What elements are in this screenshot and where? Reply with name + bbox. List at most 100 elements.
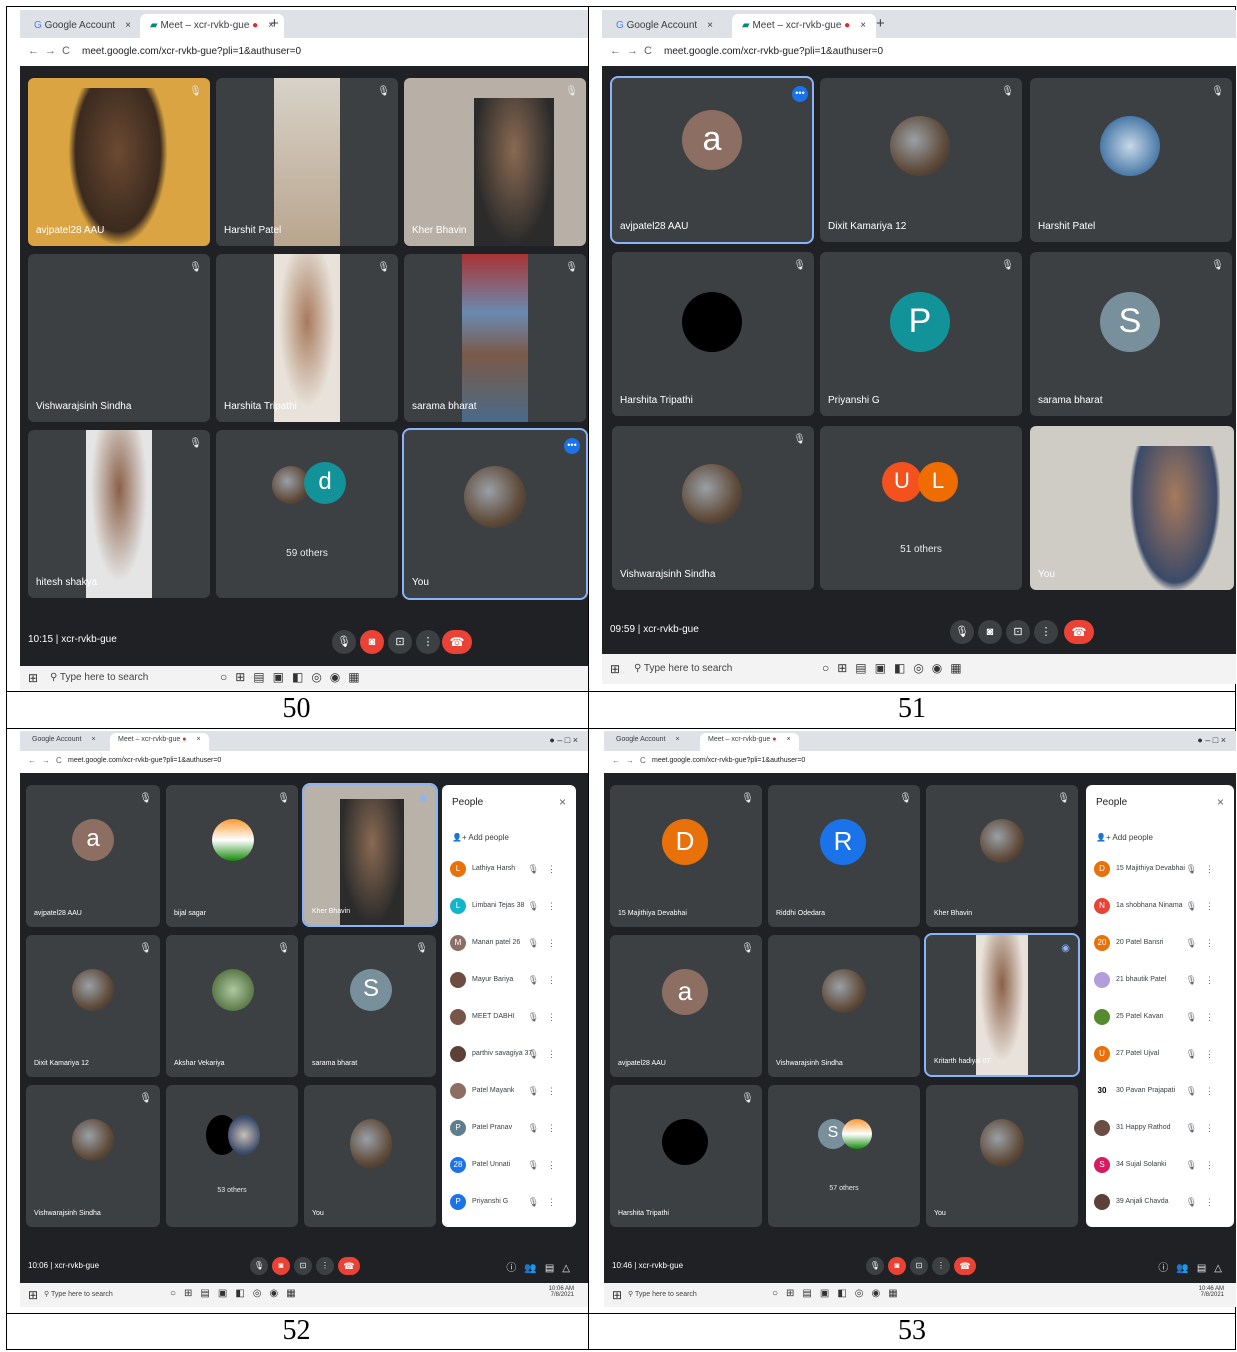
self-tile[interactable]: ••• You — [402, 428, 588, 600]
mic-button[interactable]: 🎙 — [332, 630, 356, 654]
leave-call-button[interactable]: ☎ — [1064, 620, 1094, 644]
people-list-item[interactable]: 21 bhautik Patel 🎙⋮ — [1094, 966, 1226, 996]
others-tile[interactable]: d 59 others — [216, 430, 398, 598]
mic-button[interactable]: 🎙 — [866, 1257, 884, 1275]
more-options-button[interactable]: ⋮ — [932, 1257, 950, 1275]
windows-start-icon[interactable]: ⊞ — [28, 671, 38, 685]
mic-off-icon[interactable]: 🎙⋮ — [1186, 975, 1222, 986]
video-tile[interactable]: ◉ Kher Bhavin — [302, 783, 438, 927]
address-bar[interactable]: ←→C meet.google.com/xcr-rvkb-gue?pli=1&a… — [20, 751, 588, 773]
people-list-item[interactable]: Mayur Bariya 🎙⋮ — [450, 966, 568, 996]
nav-arrows-icon[interactable]: ←→C — [610, 45, 658, 57]
mic-off-icon[interactable]: 🎙⋮ — [1186, 1123, 1222, 1134]
close-icon[interactable]: × — [196, 736, 200, 743]
video-tile[interactable]: a ••• avjpatel28 AAU — [610, 76, 814, 244]
tab-meet[interactable]: ▰ Meet – xcr-rvkb-gue ● × — [140, 14, 285, 38]
taskbar-apps-icon[interactable]: ○⊞▤▣◧◎◉▦ — [170, 1288, 304, 1299]
address-bar[interactable]: ←→C meet.google.com/xcr-rvkb-gue?pli=1&a… — [20, 38, 588, 66]
mic-off-icon[interactable]: 🎙⋮ — [1186, 1160, 1222, 1171]
tab-google-account[interactable]: G Google Account × — [24, 14, 141, 38]
people-list-item[interactable]: parthiv savagiya 37 🎙⋮ — [450, 1040, 568, 1070]
video-tile[interactable]: ◉ Kritarth hadiyal 07 — [924, 933, 1080, 1077]
video-tile[interactable]: Vishwarajsinh Sindha — [768, 935, 920, 1077]
video-tile[interactable]: 🎙 sarama bharat — [404, 254, 586, 422]
people-list-item[interactable]: MEET DABHI 🎙⋮ — [450, 1003, 568, 1033]
url-text[interactable]: meet.google.com/xcr-rvkb-gue?pli=1&authu… — [82, 46, 301, 57]
mic-off-icon[interactable]: 🎙⋮ — [528, 938, 564, 949]
people-list-item[interactable]: D 15 Majithiya Devabhai 🎙⋮ — [1094, 855, 1226, 885]
camera-button[interactable]: ◙ — [978, 620, 1002, 644]
new-tab-icon[interactable]: + — [270, 15, 279, 32]
nav-arrows-icon[interactable]: ←→C — [28, 45, 76, 57]
add-people-button[interactable]: 👤+ Add people — [452, 833, 509, 842]
people-list-item[interactable]: L Limbani Tejas 38 🎙⋮ — [450, 892, 568, 922]
meeting-tools-icon[interactable]: ⓘ👥▤△ — [506, 1259, 578, 1274]
taskbar-apps-icon[interactable]: ○⊞▤▣◧◎◉▦ — [220, 670, 368, 684]
mic-off-icon[interactable]: 🎙⋮ — [1186, 1012, 1222, 1023]
video-tile[interactable]: a 🎙 avjpatel28 AAU — [26, 785, 160, 927]
taskbar-apps-icon[interactable]: ○⊞▤▣◧◎◉▦ — [822, 661, 970, 675]
people-list-item[interactable]: U 27 Patel Ujval 🎙⋮ — [1094, 1040, 1226, 1070]
more-options-icon[interactable]: ••• — [564, 438, 580, 454]
more-options-button[interactable]: ⋮ — [316, 1257, 334, 1275]
leave-call-button[interactable]: ☎ — [954, 1257, 976, 1275]
nav-arrows-icon[interactable]: ←→C — [28, 756, 68, 765]
system-clock[interactable]: 10:06 AM 7/8/2021 — [549, 1286, 574, 1298]
more-options-icon[interactable]: ••• — [792, 86, 808, 102]
present-button[interactable]: ⊡ — [294, 1257, 312, 1275]
url-text[interactable]: meet.google.com/xcr-rvkb-gue?pli=1&authu… — [664, 46, 883, 57]
leave-call-button[interactable]: ☎ — [338, 1257, 360, 1275]
url-text[interactable]: meet.google.com/xcr-rvkb-gue?pli=1&authu… — [68, 757, 221, 764]
leave-call-button[interactable]: ☎ — [442, 630, 472, 654]
video-tile[interactable]: S 🎙 sarama bharat — [1030, 252, 1232, 416]
taskbar-apps-icon[interactable]: ○⊞▤▣◧◎◉▦ — [772, 1288, 906, 1299]
present-button[interactable]: ⊡ — [1006, 620, 1030, 644]
people-list-item[interactable]: N 1a shobhana Ninama 🎙⋮ — [1094, 892, 1226, 922]
taskbar-search[interactable]: ⚲ Type here to search — [634, 663, 732, 674]
video-tile[interactable]: S 🎙 sarama bharat — [304, 935, 436, 1077]
video-tile[interactable]: 🎙 bijal sagar — [166, 785, 298, 927]
people-list-item[interactable]: 25 Patel Kavan 🎙⋮ — [1094, 1003, 1226, 1033]
video-tile[interactable]: 🎙 Harshita Tripathi — [610, 1085, 762, 1227]
self-tile[interactable]: You — [1030, 426, 1234, 590]
window-controls-icon[interactable]: ● – □ × — [1197, 735, 1226, 745]
video-tile[interactable]: 🎙 Harshit Patel — [216, 78, 398, 246]
people-list-item[interactable]: P Patel Pranav 🎙⋮ — [450, 1114, 568, 1144]
people-list-item[interactable]: L Lathiya Harsh 🎙⋮ — [450, 855, 568, 885]
mic-off-icon[interactable]: 🎙⋮ — [528, 1012, 564, 1023]
video-tile[interactable]: 🎙 Vishwarajsinh Sindha — [612, 426, 814, 590]
others-tile[interactable]: U L 51 others — [820, 426, 1022, 590]
close-icon[interactable]: × — [125, 20, 131, 31]
mic-off-icon[interactable]: 🎙⋮ — [1186, 1049, 1222, 1060]
people-list-item[interactable]: 30 30 Pavan Prajapati 🎙⋮ — [1094, 1077, 1226, 1107]
video-tile[interactable]: 🎙 Dixit Kamariya 12 — [26, 935, 160, 1077]
mic-off-icon[interactable]: 🎙⋮ — [1186, 938, 1222, 949]
present-button[interactable]: ⊡ — [388, 630, 412, 654]
mic-off-icon[interactable]: 🎙⋮ — [528, 1123, 564, 1134]
mic-off-icon[interactable]: 🎙⋮ — [1186, 901, 1222, 912]
mic-off-icon[interactable]: 🎙⋮ — [1186, 1197, 1222, 1208]
mic-off-icon[interactable]: 🎙⋮ — [528, 1086, 564, 1097]
video-tile[interactable]: 🎙 Akshar Vekariya — [166, 935, 298, 1077]
mic-off-icon[interactable]: 🎙⋮ — [1186, 1086, 1222, 1097]
video-tile[interactable]: 🎙 Vishwarajsinh Sindha — [26, 1085, 160, 1227]
close-icon[interactable]: × — [707, 20, 713, 31]
people-list-item[interactable]: S 34 Sujal Solanki 🎙⋮ — [1094, 1151, 1226, 1181]
tab-google-account[interactable]: G Google Account × — [606, 14, 723, 38]
mic-off-icon[interactable]: 🎙⋮ — [528, 864, 564, 875]
others-tile[interactable]: 53 others — [166, 1085, 298, 1227]
mic-off-icon[interactable]: 🎙⋮ — [528, 901, 564, 912]
people-list-item[interactable]: 39 Anjali Chavda 🎙⋮ — [1094, 1188, 1226, 1218]
close-icon[interactable]: × — [786, 736, 790, 743]
present-button[interactable]: ⊡ — [910, 1257, 928, 1275]
self-tile[interactable]: You — [926, 1085, 1078, 1227]
video-tile[interactable]: a 🎙 avjpatel28 AAU — [610, 935, 762, 1077]
people-list-item[interactable]: 31 Happy Rathod 🎙⋮ — [1094, 1114, 1226, 1144]
video-tile[interactable]: 🎙 Harshit Patel — [1030, 78, 1232, 242]
others-tile[interactable]: S 57 others — [768, 1085, 920, 1227]
video-tile[interactable]: D 🎙 15 Majithiya Devabhai — [610, 785, 762, 927]
close-icon[interactable]: × — [91, 736, 95, 743]
video-tile[interactable]: 🎙 Dixit Kamariya 12 — [820, 78, 1022, 242]
taskbar-search[interactable]: ⚲ Type here to search — [50, 672, 148, 683]
close-icon[interactable]: × — [559, 795, 566, 809]
